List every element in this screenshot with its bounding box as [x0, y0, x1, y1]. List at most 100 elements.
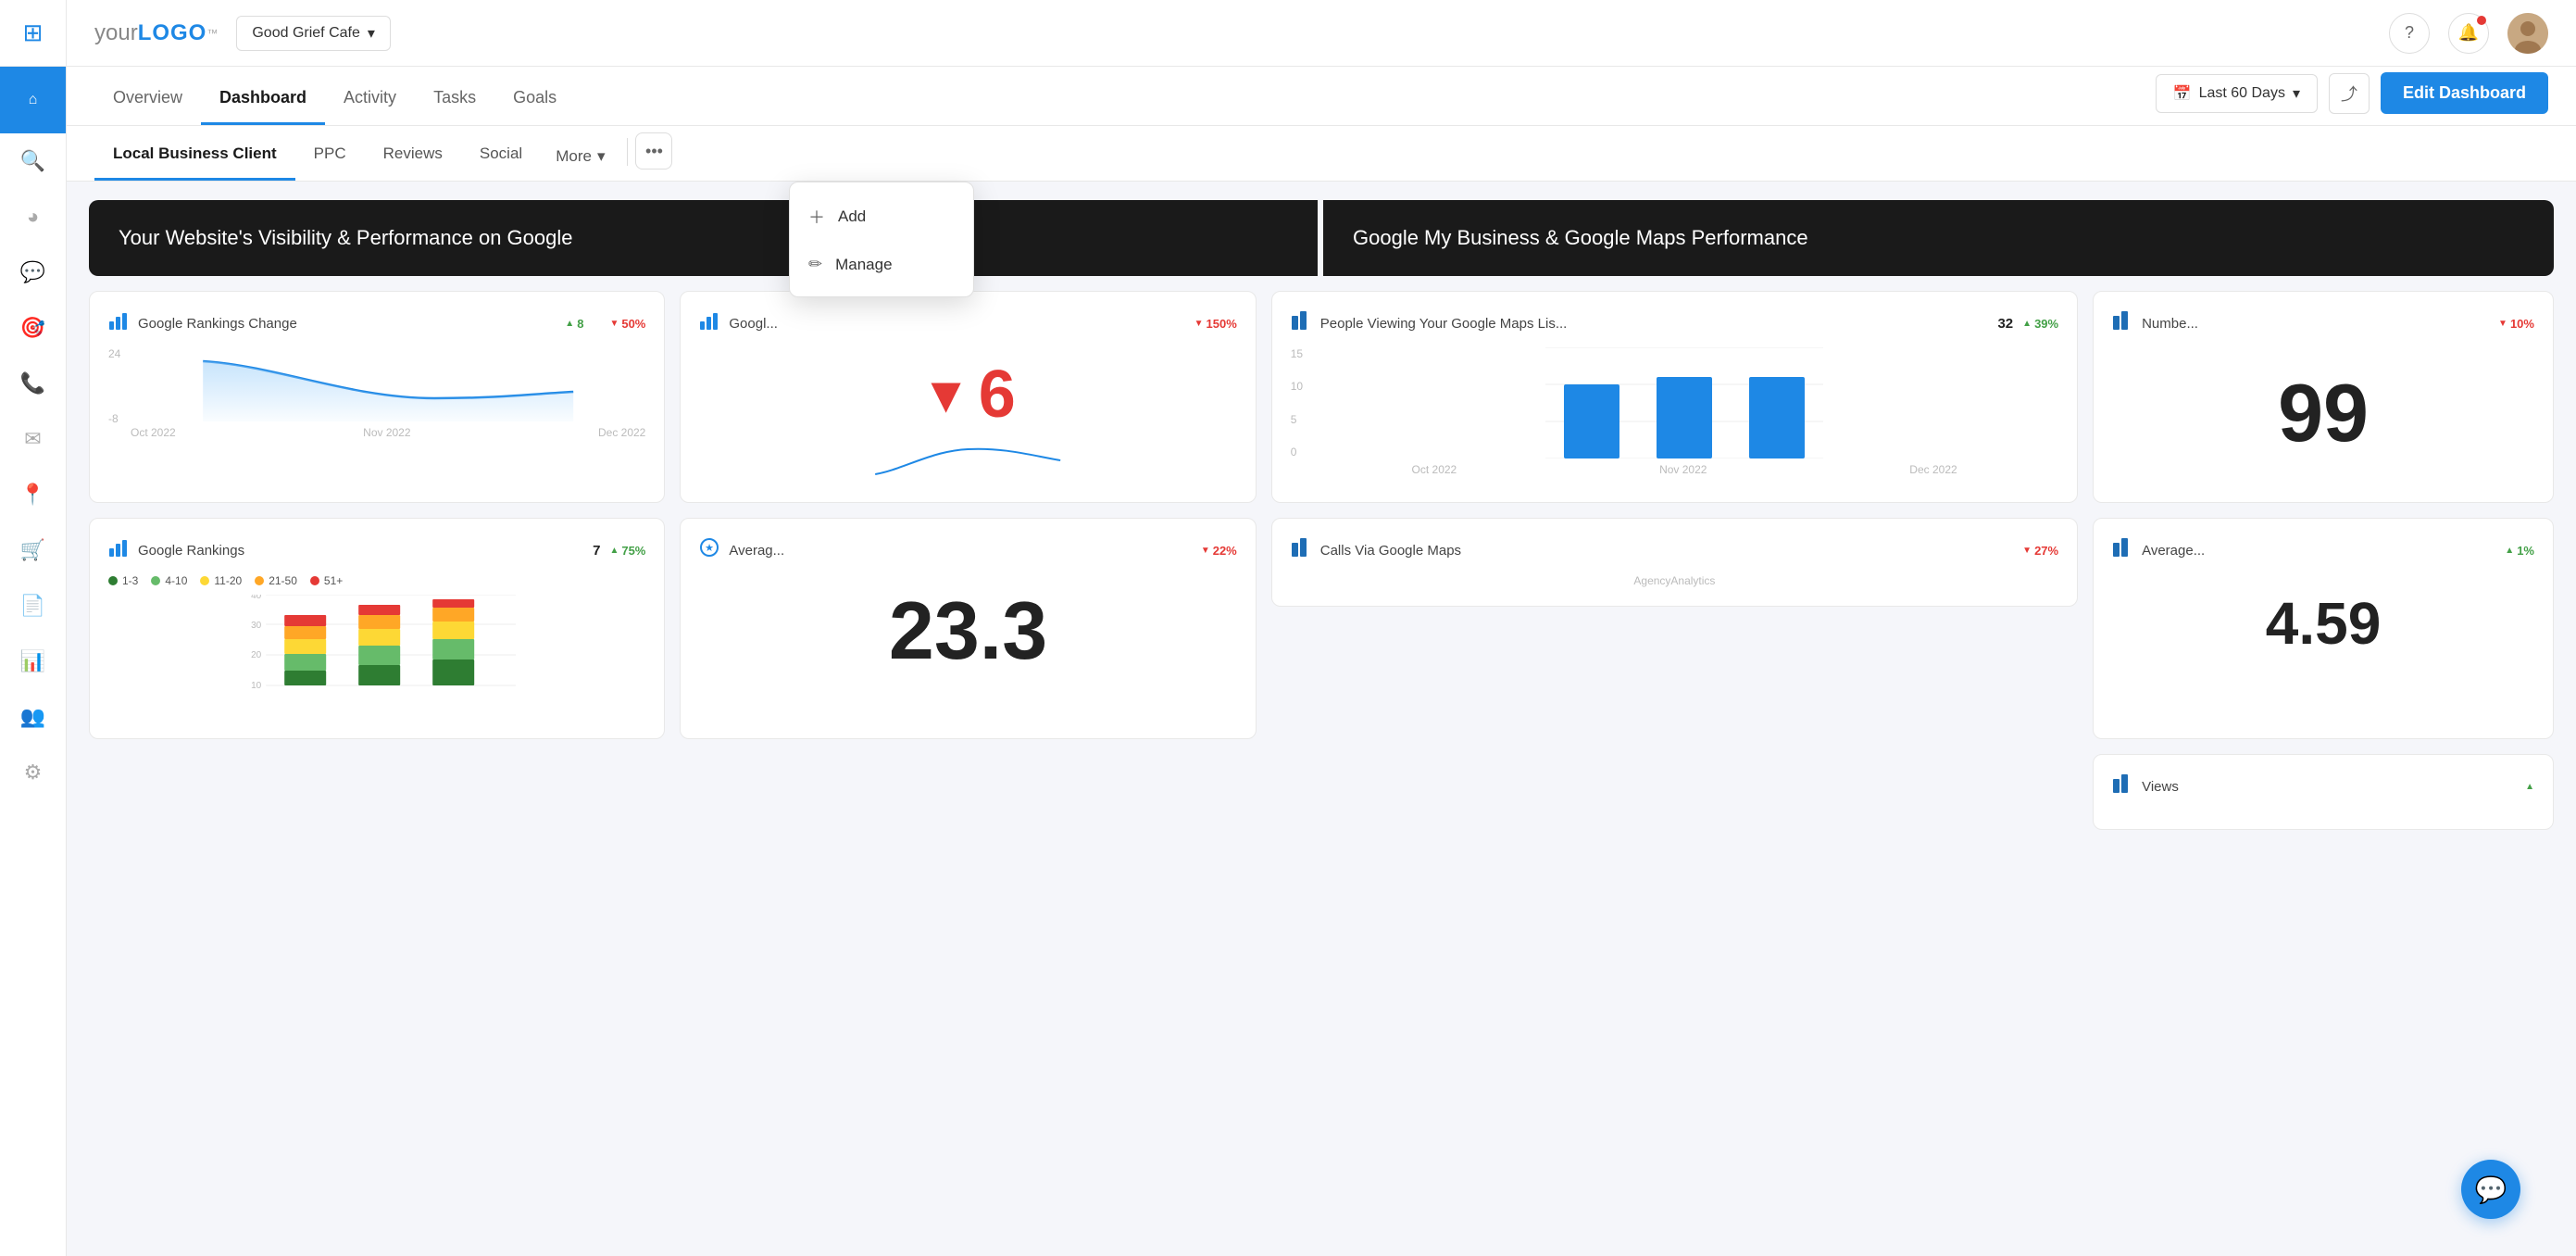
sidebar-item-users[interactable]: 👥: [0, 689, 66, 745]
views-badge: [2525, 782, 2534, 792]
cart-icon: 🛒: [20, 538, 45, 562]
dropdown-item-add[interactable]: ＋ Add: [790, 192, 973, 242]
down-badge-4: 10%: [2498, 317, 2534, 331]
star-icon: ★: [699, 537, 719, 563]
sidebar-item-calls[interactable]: 📞: [0, 356, 66, 411]
google-rankings-change-card[interactable]: Google Rankings Change 8 50% 24 -8: [89, 291, 665, 503]
views-card-header: Views: [2112, 773, 2534, 799]
agency-analytics-label: AgencyAnalytics: [1291, 574, 2058, 587]
cards-row-1: Google Rankings Change 8 50% 24 -8: [67, 291, 2576, 503]
line-chart: 24 -8: [108, 347, 645, 440]
client-name: Good Grief Cafe: [252, 25, 360, 42]
views-title: Views: [2142, 779, 2516, 795]
sidebar-item-location[interactable]: 📍: [0, 467, 66, 522]
sidebar-item-email[interactable]: ✉: [0, 411, 66, 467]
mini-line-chart: [699, 442, 1236, 479]
share-icon: ⤴: [2341, 82, 2357, 106]
tab-goals[interactable]: Goals: [494, 88, 575, 125]
card-header: Google Rankings Change 8 50%: [108, 310, 645, 336]
views-card[interactable]: Views: [2093, 754, 2554, 830]
dropdown-item-manage[interactable]: ✏ Manage: [790, 242, 973, 287]
sidebar-item-documents[interactable]: 📄: [0, 578, 66, 634]
average-widget-card[interactable]: ★ Averag... 22% 23.3: [680, 518, 1256, 739]
chat-button[interactable]: 💬: [2461, 1160, 2520, 1219]
people-viewing-card[interactable]: People Viewing Your Google Maps Lis... 3…: [1271, 291, 2078, 503]
card-value-3: 32: [1997, 316, 2013, 332]
logo-tm: ™: [206, 27, 218, 40]
card-value-5: 7: [593, 543, 600, 559]
bottom-right-col: Calls Via Google Maps 27% AgencyAnalytic…: [1271, 518, 2078, 739]
date-range-button[interactable]: 📅 Last 60 Days ▾: [2156, 74, 2318, 113]
up-badge-5: 75%: [609, 544, 645, 558]
user-avatar[interactable]: [2507, 13, 2548, 54]
sidebar-item-analytics[interactable]: 📊: [0, 634, 66, 689]
sidebar-item-search[interactable]: 🔍: [0, 133, 66, 189]
card-header-6: ★ Averag... 22%: [699, 537, 1236, 563]
edit-icon: ✏: [808, 255, 822, 274]
tab-dashboard[interactable]: Dashboard: [201, 88, 325, 125]
help-button[interactable]: ?: [2389, 13, 2430, 54]
sub-tab-social[interactable]: Social: [461, 144, 541, 181]
sub-tab-local-business[interactable]: Local Business Client: [94, 144, 295, 181]
rating-value: 4.59: [2266, 589, 2382, 658]
sidebar-item-marketing[interactable]: 🎯: [0, 300, 66, 356]
client-selector[interactable]: Good Grief Cafe ▾: [236, 16, 391, 51]
big-number-display: ▼ 6: [920, 357, 1015, 433]
sub-nav-divider: [627, 138, 628, 166]
tab-tasks[interactable]: Tasks: [415, 88, 494, 125]
sidebar-item-home[interactable]: ⌂: [0, 67, 66, 133]
card-title-5: Google Rankings: [138, 543, 583, 559]
x-label-2: Nov 2022: [363, 426, 410, 439]
tab-activity[interactable]: Activity: [325, 88, 415, 125]
chat-icon: 💬: [2475, 1174, 2507, 1205]
average-rating-card[interactable]: Average... 1% 4.59: [2093, 518, 2554, 739]
edit-dashboard-button[interactable]: Edit Dashboard: [2381, 72, 2548, 114]
gmb-banner: Google My Business & Google Maps Perform…: [1323, 200, 2554, 276]
up-badge-3: 39%: [2022, 317, 2058, 331]
share-button[interactable]: ⤴: [2329, 73, 2370, 114]
up-badge-8: 1%: [2505, 544, 2534, 558]
sub-tab-ppc[interactable]: PPC: [295, 144, 365, 181]
card-header: Googl... 150%: [699, 310, 1236, 336]
sidebar-item-messages[interactable]: 💬: [0, 245, 66, 300]
notifications-button[interactable]: 🔔: [2448, 13, 2489, 54]
analytics-icon: 📊: [20, 649, 45, 673]
number-value: 99: [2278, 366, 2369, 460]
sub-nav: Local Business Client PPC Reviews Social…: [67, 126, 2576, 182]
card-title-3: People Viewing Your Google Maps Lis...: [1320, 316, 1989, 332]
more-dropdown-menu: ＋ Add ✏ Manage: [789, 182, 974, 297]
bell-icon: 🔔: [2458, 23, 2479, 43]
dots-menu-button[interactable]: •••: [635, 132, 672, 170]
x-label-3: Dec 2022: [598, 426, 645, 439]
date-range-label: Last 60 Days: [2199, 85, 2285, 102]
down-arrow-icon: ▼: [920, 365, 970, 424]
tab-overview[interactable]: Overview: [94, 88, 201, 125]
google-rankings-card[interactable]: Google Rankings 7 75% 1-3 4-10: [89, 518, 665, 739]
sidebar-item-reports[interactable]: ◕: [0, 189, 66, 245]
more-tabs-button[interactable]: More ▾: [541, 147, 619, 181]
main-content: your LOGO ™ Good Grief Cafe ▾ ? 🔔: [67, 0, 2576, 1256]
cards-row-2: Google Rankings 7 75% 1-3 4-10: [67, 503, 2576, 739]
sidebar-item-settings[interactable]: ⚙: [0, 745, 66, 800]
seo-banner: Your Website's Visibility & Performance …: [89, 200, 1318, 276]
big-number-value: 6: [979, 357, 1016, 433]
home-icon: ⌂: [29, 92, 38, 108]
phone-icon: 📞: [20, 371, 45, 396]
nav-actions: 📅 Last 60 Days ▾ ⤴ Edit Dashboard: [2156, 72, 2548, 125]
rating-display: 4.59: [2112, 574, 2534, 672]
logo-brand: LOGO: [138, 20, 207, 46]
sidebar-item-ecommerce[interactable]: 🛒: [0, 522, 66, 578]
map-icon: [2112, 310, 2132, 336]
google-widget-card[interactable]: Googl... 150% ▼ 6: [680, 291, 1256, 503]
calendar-icon: 📅: [2173, 84, 2192, 103]
calls-card[interactable]: Calls Via Google Maps 27% AgencyAnalytic…: [1271, 518, 2078, 607]
sub-tab-reviews[interactable]: Reviews: [365, 144, 461, 181]
document-icon: 📄: [20, 594, 45, 618]
map-icon-3: [2112, 537, 2132, 563]
x-label-1: Oct 2022: [131, 426, 176, 439]
up-badge: 8: [565, 317, 583, 331]
bar-chart-area: 15 10 5 0: [1291, 347, 2058, 476]
search-icon: 🔍: [20, 149, 45, 173]
location-icon: 📍: [20, 483, 45, 507]
number-widget-card[interactable]: Numbe... 10% 99: [2093, 291, 2554, 503]
